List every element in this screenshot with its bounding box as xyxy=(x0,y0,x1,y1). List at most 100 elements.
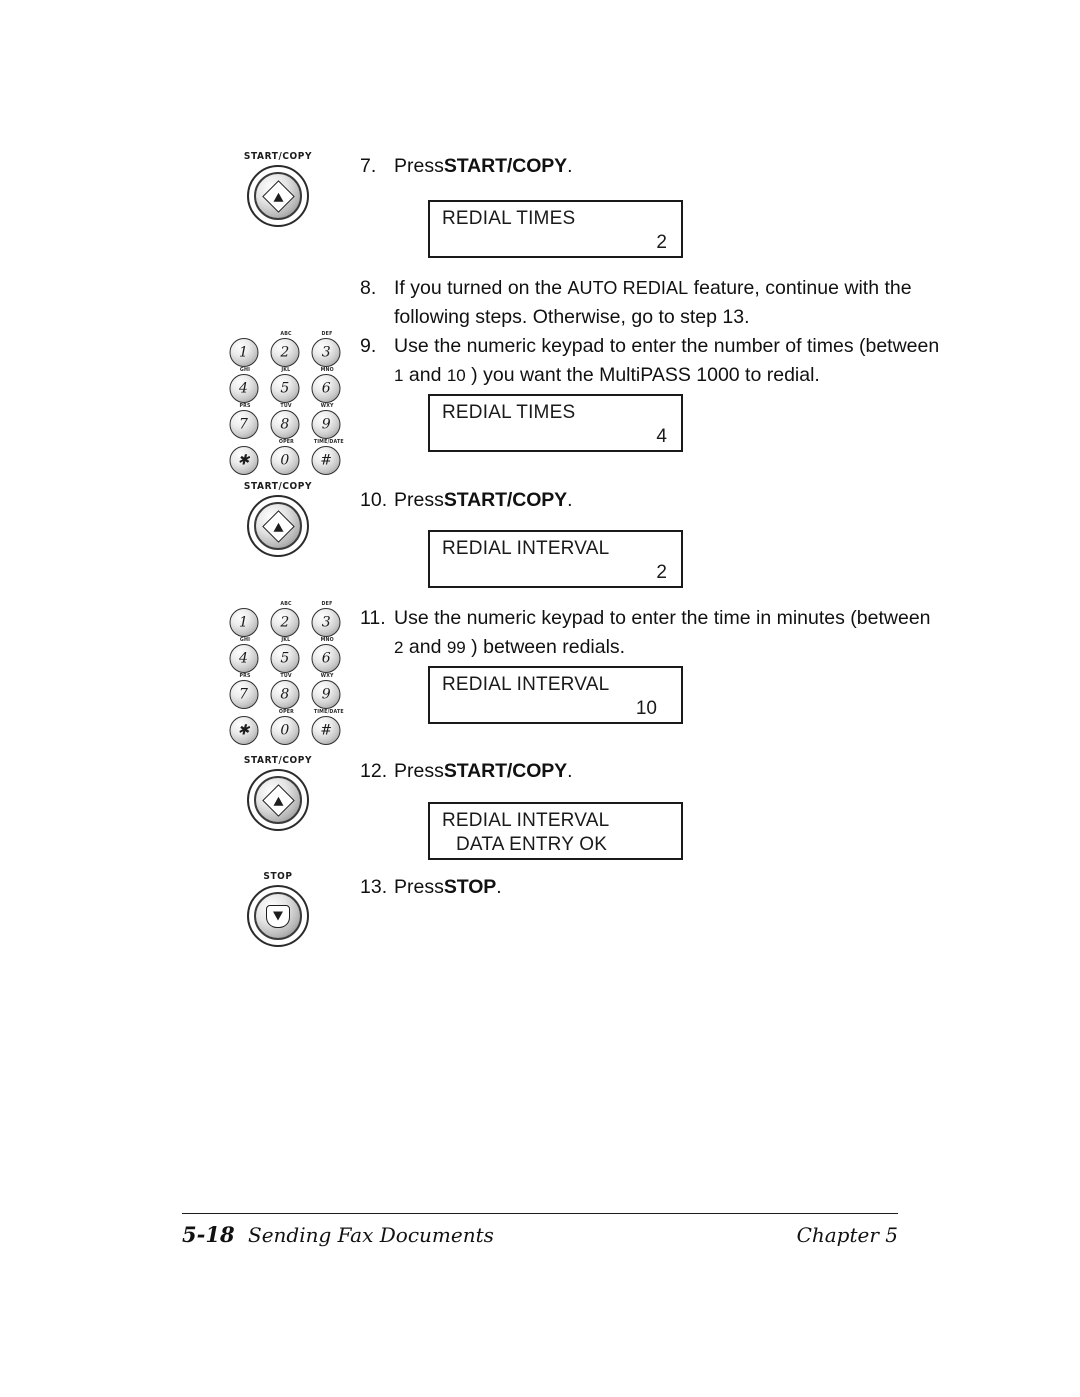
keypad-key-0[interactable]: OPER 0 xyxy=(265,439,304,475)
step11-line1: Use the numeric keypad to enter the time… xyxy=(394,607,931,629)
start-copy-button-step7[interactable]: START/COPY xyxy=(232,152,324,227)
lcd-line-1: REDIAL INTERVAL xyxy=(442,810,610,831)
press-label: Press xyxy=(394,876,444,898)
keypad-key-2[interactable]: ABC 2 xyxy=(265,331,304,367)
keypad-key-star[interactable]: ✱ xyxy=(224,710,263,745)
keypad-key-9[interactable]: WXY 9 xyxy=(307,403,346,439)
keypad-key-letters: WXY xyxy=(320,403,334,409)
keypad-key-star[interactable]: ✱ xyxy=(224,440,263,475)
keypad-key-digit: 1 xyxy=(239,344,248,360)
step-text-13: PressSTOP. xyxy=(394,873,502,902)
lcd-display-redial-times-2: REDIAL TIMES 2 xyxy=(428,200,683,258)
footer-section-title: Sending Fax Documents xyxy=(248,1223,494,1247)
keypad-key-3[interactable]: DEF 3 xyxy=(307,601,346,637)
period: . xyxy=(496,876,502,898)
numeric-keypad-step9[interactable]: 1 ABC 2 DEF 3 GHI 4 JKL 5 MNO 6 PRS 7 TUV 8 WXY… xyxy=(224,331,346,475)
keypad-key-digit: 7 xyxy=(239,416,248,432)
lcd-value: 10 xyxy=(635,698,657,719)
keypad-key-digit: 0 xyxy=(280,722,290,738)
keypad-key-digit: 2 xyxy=(280,614,290,630)
numeric-keypad-step11[interactable]: 1 ABC 2 DEF 3 GHI 4 JKL 5 MNO 6 PRS 7 TUV 8 WXY… xyxy=(224,601,346,745)
start-copy-button-step12[interactable]: START/COPY xyxy=(232,756,324,831)
lcd-line-1: REDIAL INTERVAL xyxy=(442,674,610,695)
keypad-key-6[interactable]: MNO 6 xyxy=(307,637,346,673)
keypad-key-letters: GHI xyxy=(239,367,250,373)
keypad-key-2[interactable]: ABC 2 xyxy=(265,601,304,637)
keypad-key-letters: WXY xyxy=(320,673,334,679)
step8-line1-part-b: feature, continue with the xyxy=(688,277,912,299)
keypad-key-hash[interactable]: TIME/DATE # xyxy=(307,709,346,745)
keypad-key-letters: PRS xyxy=(238,403,251,409)
start-copy-button-face[interactable] xyxy=(247,165,309,227)
keypad-key-7[interactable]: PRS 7 xyxy=(224,403,263,439)
keypad-key-6[interactable]: MNO 6 xyxy=(307,367,346,403)
lcd-line-2: DATA ENTRY OK xyxy=(456,834,608,855)
step9-line1: Use the numeric keypad to enter the numb… xyxy=(394,335,940,357)
keypad-key-digit: 6 xyxy=(321,380,331,396)
keypad-key-digit: 5 xyxy=(280,650,290,666)
range-max: 10 xyxy=(446,365,466,385)
period: . xyxy=(567,155,573,177)
keypad-key-0[interactable]: OPER 0 xyxy=(265,709,304,745)
keypad-key-letters: DEF xyxy=(321,601,333,607)
keypad-key-3[interactable]: DEF 3 xyxy=(307,331,346,367)
step-number-13: 13. xyxy=(360,876,388,898)
keypad-key-digit: 3 xyxy=(321,344,331,360)
keypad-key-letters: OPER xyxy=(278,709,294,715)
keypad-key-1[interactable]: 1 xyxy=(224,332,263,367)
keypad-key-hash[interactable]: TIME/DATE # xyxy=(307,439,346,475)
keypad-key-4[interactable]: GHI 4 xyxy=(224,367,263,403)
footer-page-number: 5-18 xyxy=(182,1222,235,1247)
step-number-10: 10. xyxy=(360,489,388,511)
lcd-display-redial-interval-2: REDIAL INTERVAL 2 xyxy=(428,530,683,588)
keypad-key-9[interactable]: WXY 9 xyxy=(307,673,346,709)
step9-line2: 1 and 10 ) you want the MultiPASS 1000 t… xyxy=(394,361,939,391)
diamond-triangle-icon xyxy=(249,771,307,829)
range-conjunction: and xyxy=(403,363,447,386)
keypad-key-8[interactable]: TUV 8 xyxy=(265,673,304,709)
lcd-display-redial-times-4: REDIAL TIMES 4 xyxy=(428,394,683,452)
keypad-key-digit: 8 xyxy=(280,686,290,702)
keypad-key-letters: TUV xyxy=(280,673,292,679)
stop-button-face[interactable] xyxy=(247,885,309,947)
shield-triangle-icon xyxy=(249,887,307,945)
keypad-key-digit: 6 xyxy=(321,650,331,666)
step-text-12: PressSTART/COPY. xyxy=(394,757,573,786)
keypad-key-digit: 4 xyxy=(239,380,248,396)
keypad-key-1[interactable]: 1 xyxy=(224,602,263,637)
lcd-display-redial-interval-10: REDIAL INTERVAL 10 xyxy=(428,666,683,724)
start-copy-button-caption: START/COPY xyxy=(243,481,313,493)
keypad-key-8[interactable]: TUV 8 xyxy=(265,403,304,439)
keypad-grid: 1 ABC 2 DEF 3 GHI 4 JKL 5 MNO 6 PRS 7 TUV 8 WXY… xyxy=(224,331,346,475)
keypad-key-digit: 9 xyxy=(321,416,331,432)
key-name-stop: STOP xyxy=(443,876,497,898)
press-label: Press xyxy=(394,155,444,177)
step-number-7: 7. xyxy=(360,155,377,177)
start-copy-button-face[interactable] xyxy=(247,769,309,831)
keypad-key-5[interactable]: JKL 5 xyxy=(265,637,304,673)
stop-button-step13[interactable]: STOP xyxy=(232,872,324,947)
press-label: Press xyxy=(394,489,444,511)
range-conjunction: and xyxy=(403,635,447,658)
footer-divider xyxy=(182,1213,898,1214)
keypad-key-letters: TIME/DATE xyxy=(313,709,344,715)
keypad-key-4[interactable]: GHI 4 xyxy=(224,637,263,673)
step8-line2: following steps. Otherwise, go to step 1… xyxy=(394,305,750,328)
keypad-key-digit: 4 xyxy=(239,650,248,666)
period: . xyxy=(567,760,573,782)
keypad-key-letters: JKL xyxy=(281,367,291,373)
start-copy-button-step10[interactable]: START/COPY xyxy=(232,482,324,557)
step11-line2-tail: ) between redials. xyxy=(465,635,626,658)
keypad-key-digit: 1 xyxy=(239,614,248,630)
keypad-key-7[interactable]: PRS 7 xyxy=(224,673,263,709)
start-copy-button-face[interactable] xyxy=(247,495,309,557)
step-number-9: 9. xyxy=(360,335,377,357)
keypad-key-digit: ✱ xyxy=(237,722,250,738)
keypad-key-digit: 8 xyxy=(280,416,290,432)
start-copy-button-caption: START/COPY xyxy=(243,755,313,767)
keypad-key-digit: # xyxy=(320,452,333,468)
keypad-key-letters: MNO xyxy=(320,367,335,373)
step11-line2: 2 and 99 ) between redials. xyxy=(394,633,931,663)
step-text-11: Use the numeric keypad to enter the time… xyxy=(394,604,931,662)
keypad-key-5[interactable]: JKL 5 xyxy=(265,367,304,403)
